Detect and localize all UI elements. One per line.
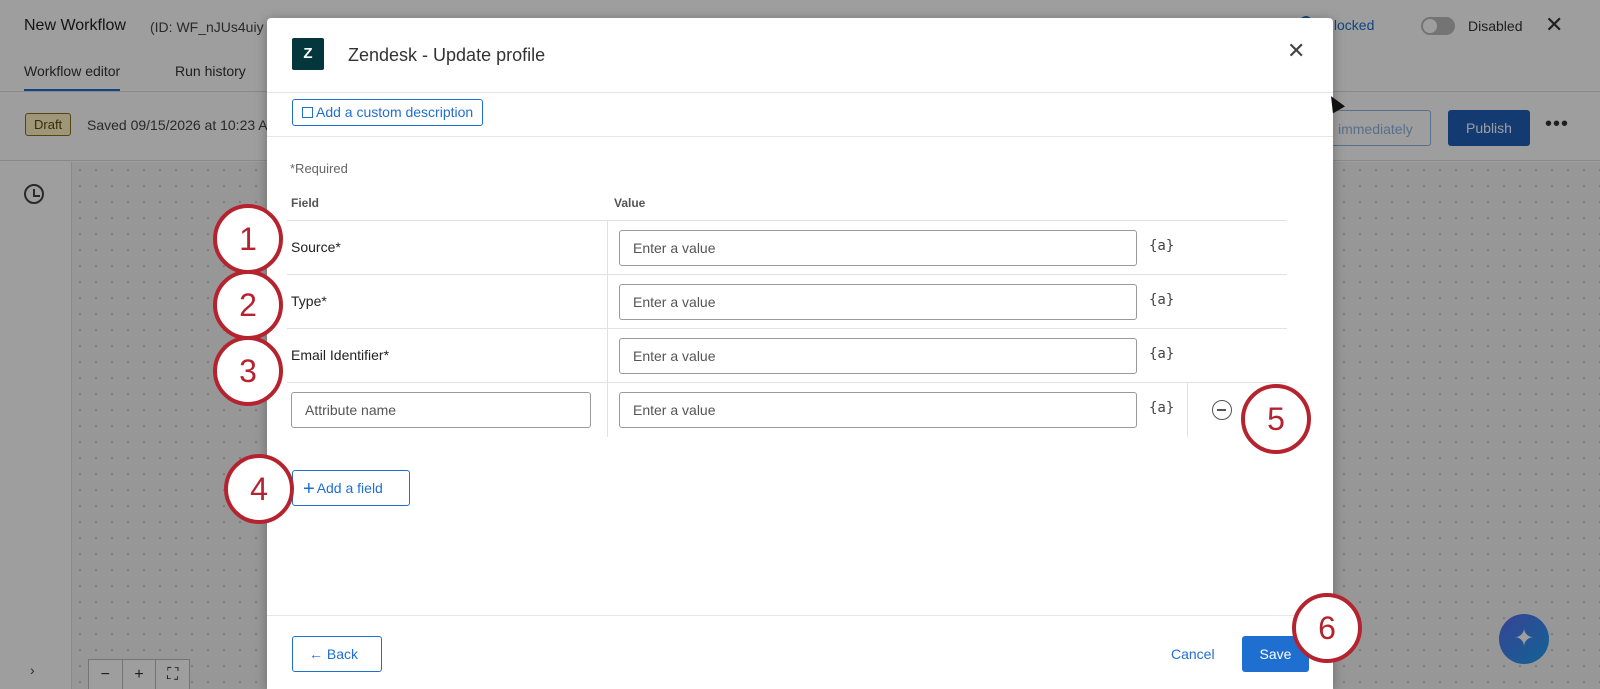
field-label-source: Source* xyxy=(291,239,341,255)
cancel-button[interactable]: Cancel xyxy=(1171,646,1215,662)
modal-header: Z Zendesk - Update profile ✕ xyxy=(267,18,1333,93)
piped-text-icon[interactable]: {a} xyxy=(1149,400,1174,416)
source-value-input[interactable] xyxy=(619,230,1137,266)
plus-icon: + xyxy=(303,478,315,500)
piped-text-icon[interactable]: {a} xyxy=(1149,346,1174,362)
zendesk-logo: Z xyxy=(292,38,324,70)
table-row: Source* {a} xyxy=(287,220,1287,275)
column-divider xyxy=(607,221,608,275)
modal-title: Zendesk - Update profile xyxy=(348,45,546,65)
callout-marker-4: 4 xyxy=(224,454,294,524)
table-row: {a} xyxy=(287,382,1287,437)
email-identifier-value-input[interactable] xyxy=(619,338,1137,374)
type-value-input[interactable] xyxy=(619,284,1137,320)
close-icon[interactable]: ✕ xyxy=(1287,38,1305,64)
column-header-value: Value xyxy=(614,196,646,210)
column-divider xyxy=(607,329,608,383)
required-note: *Required xyxy=(290,161,348,176)
table-row: Email Identifier* {a} xyxy=(287,328,1287,383)
field-label-type: Type* xyxy=(291,293,327,309)
arrow-left-icon: ← xyxy=(309,646,327,662)
piped-text-icon[interactable]: {a} xyxy=(1149,292,1174,308)
field-label-email-identifier: Email Identifier* xyxy=(291,347,390,363)
callout-marker-3: 3 xyxy=(213,336,283,406)
column-divider xyxy=(607,383,608,437)
remove-row-icon[interactable] xyxy=(1212,400,1232,420)
callout-marker-6: 6 xyxy=(1292,593,1362,663)
add-field-label: Add a field xyxy=(316,480,383,496)
back-button[interactable]: ← Back xyxy=(292,636,382,672)
edit-icon xyxy=(302,107,313,118)
table-row: Type* {a} xyxy=(287,274,1287,329)
description-bar: Add a custom description xyxy=(267,93,1333,137)
callout-marker-1: 1 xyxy=(213,204,283,274)
add-field-button[interactable]: + Add a field xyxy=(292,470,410,506)
add-description-button[interactable]: Add a custom description xyxy=(292,99,484,126)
piped-text-icon[interactable]: {a} xyxy=(1149,238,1174,254)
attribute-name-input[interactable] xyxy=(291,392,591,428)
callout-marker-5: 5 xyxy=(1241,384,1311,454)
custom-value-input[interactable] xyxy=(619,392,1137,428)
column-header-field: Field xyxy=(291,196,320,210)
column-divider xyxy=(607,275,608,329)
callout-marker-2: 2 xyxy=(213,270,283,340)
update-profile-modal: Z Zendesk - Update profile ✕ Add a custo… xyxy=(267,18,1333,689)
add-description-label: Add a custom description xyxy=(316,104,474,120)
modal-footer: ← Back Cancel Save xyxy=(267,615,1333,689)
back-label: Back xyxy=(326,646,359,662)
column-divider xyxy=(1187,383,1188,437)
